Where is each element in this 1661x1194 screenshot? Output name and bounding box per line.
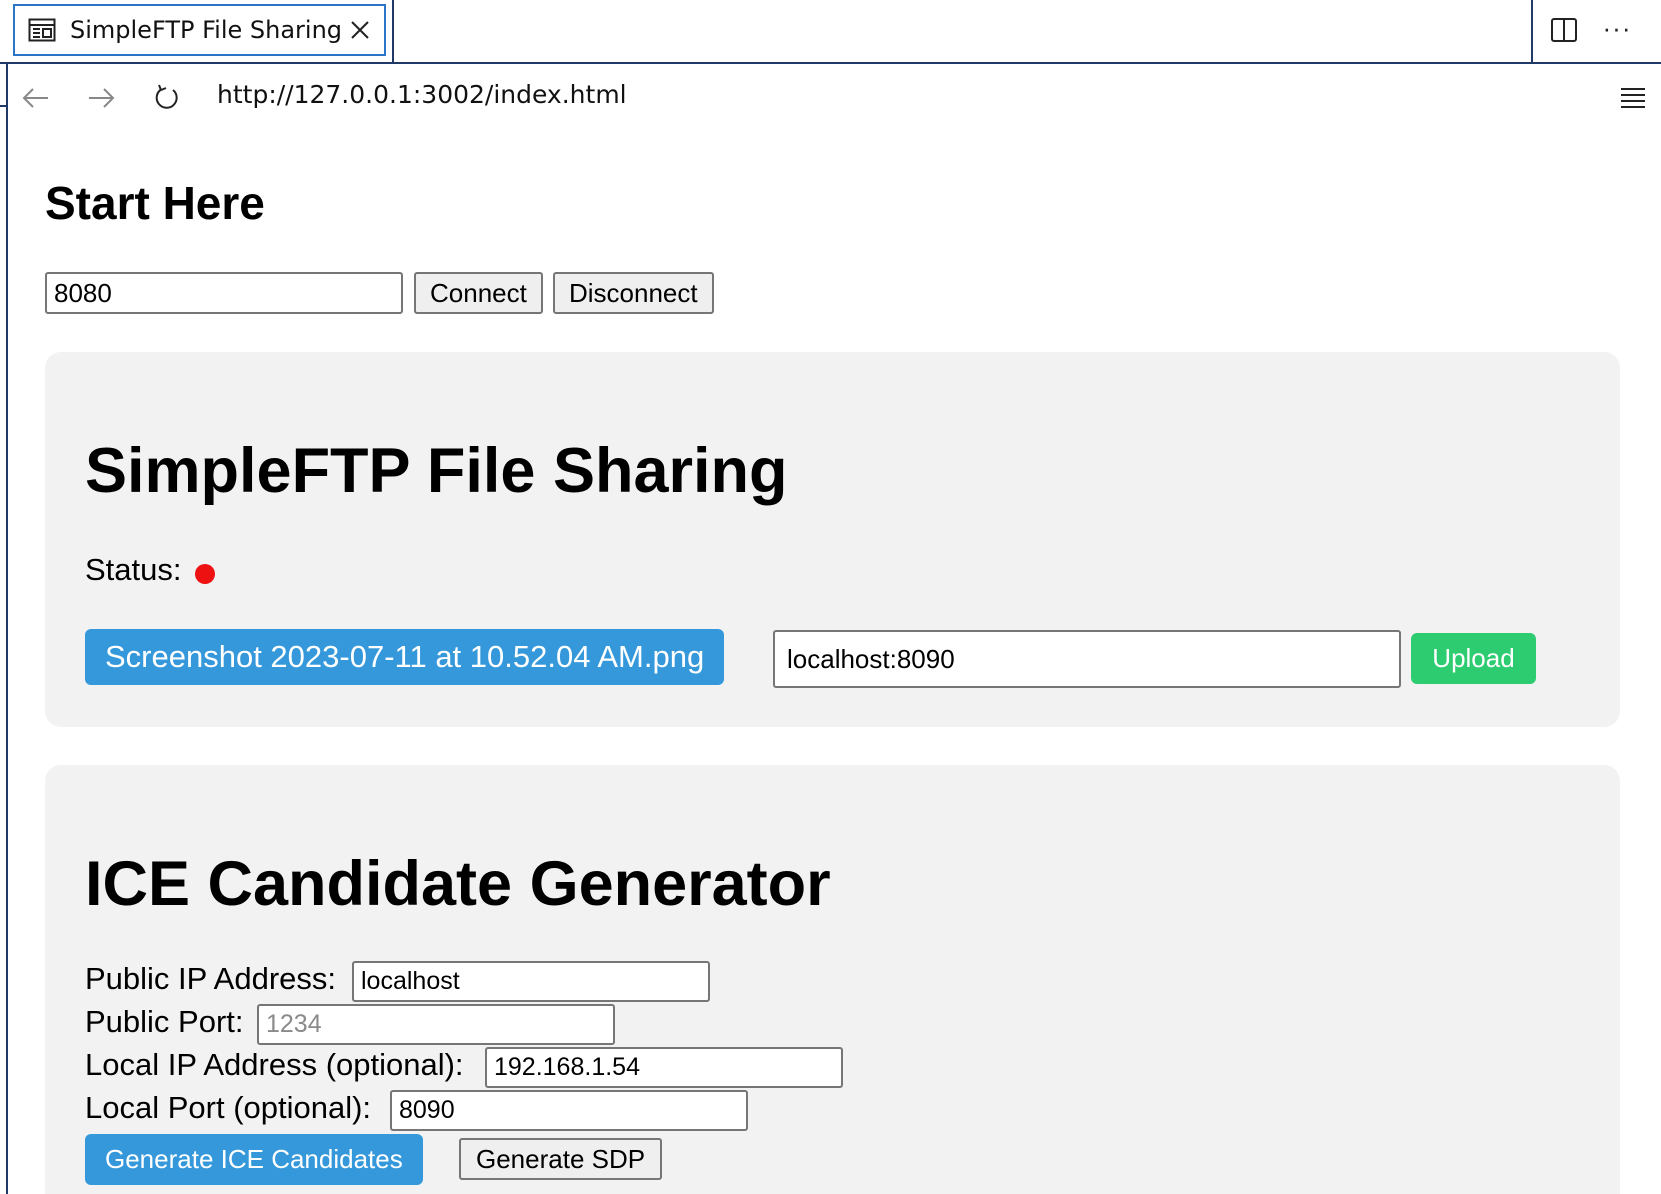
- url-field[interactable]: http://127.0.0.1:3002/index.html: [217, 80, 627, 109]
- window-edge-tick: [0, 105, 8, 107]
- reload-icon[interactable]: [151, 82, 183, 114]
- file-sharing-panel: SimpleFTP File Sharing Status: Screensho…: [45, 352, 1620, 727]
- local-ip-label: Local IP Address (optional):: [85, 1047, 464, 1082]
- local-port-input[interactable]: [390, 1090, 748, 1131]
- ice-title: ICE Candidate Generator: [85, 849, 831, 919]
- tab-title: SimpleFTP File Sharing: [70, 16, 343, 44]
- start-title: Start Here: [45, 177, 265, 229]
- port-input[interactable]: [45, 272, 403, 314]
- sharing-title: SimpleFTP File Sharing: [85, 436, 788, 506]
- local-port-label: Local Port (optional):: [85, 1090, 372, 1125]
- generate-sdp-button[interactable]: Generate SDP: [459, 1138, 663, 1180]
- menu-icon[interactable]: [1619, 84, 1647, 112]
- page-icon: [28, 18, 56, 42]
- connect-button[interactable]: Connect: [414, 272, 543, 314]
- tab-separator: [392, 0, 394, 64]
- close-icon[interactable]: [348, 18, 372, 42]
- forward-icon[interactable]: [85, 82, 117, 114]
- status-indicator: [195, 564, 215, 584]
- ice-generator-panel: ICE Candidate Generator Public IP Addres…: [45, 765, 1620, 1194]
- status-label: Status:: [85, 552, 182, 587]
- file-select-button[interactable]: Screenshot 2023-07-11 at 10.52.04 AM.png: [85, 629, 725, 685]
- public-port-input[interactable]: [257, 1004, 615, 1045]
- disconnect-button[interactable]: Disconnect: [553, 272, 714, 314]
- split-view-icon[interactable]: [1550, 16, 1578, 44]
- public-port-label: Public Port:: [85, 1004, 244, 1039]
- upload-button[interactable]: Upload: [1411, 633, 1536, 684]
- public-ip-label: Public IP Address:: [85, 961, 337, 996]
- browser-tab[interactable]: SimpleFTP File Sharing: [13, 4, 386, 56]
- tab-strip: SimpleFTP File Sharing ···: [0, 0, 1661, 64]
- back-icon[interactable]: [20, 82, 52, 114]
- toolbar-separator: [1531, 0, 1533, 64]
- local-ip-input[interactable]: [485, 1047, 843, 1088]
- address-bar: http://127.0.0.1:3002/index.html: [8, 64, 1661, 134]
- destination-input[interactable]: [773, 630, 1401, 688]
- public-ip-input[interactable]: [352, 961, 710, 1002]
- generate-ice-button[interactable]: Generate ICE Candidates: [85, 1134, 423, 1185]
- more-icon[interactable]: ···: [1600, 10, 1634, 46]
- page-content: Start Here Connect Disconnect SimpleFTP …: [8, 134, 1661, 1194]
